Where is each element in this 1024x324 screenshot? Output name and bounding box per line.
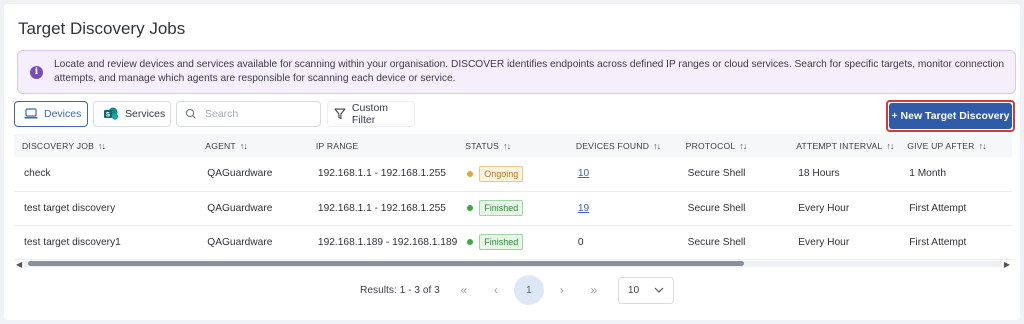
sort-icon: ↑↓ [503, 140, 511, 151]
page-number-button[interactable]: 1 [513, 275, 544, 305]
new-target-discovery-highlight: + New Target Discovery [886, 100, 1015, 132]
search-icon [185, 108, 196, 119]
cell-protocol: Secure Shell [687, 202, 746, 214]
scroll-left-arrow-icon[interactable]: ◀ [16, 260, 22, 269]
info-icon: i [30, 66, 43, 79]
cell-devices-found: 0 [577, 236, 584, 248]
discovery-jobs-table: DISCOVERY JOB ↑↓ AGENT ↑↓ IP RANGE STATUS ↑… [14, 134, 1012, 260]
first-page-icon[interactable]: « [448, 283, 480, 297]
status-dot-icon [467, 239, 474, 245]
tab-services-label: Services [125, 108, 166, 120]
cell-devices-found[interactable]: 19 [568, 191, 678, 225]
column-header-ip-range: IP RANGE [315, 140, 359, 151]
filter-icon [334, 108, 346, 120]
sort-icon: ↑↓ [978, 140, 987, 151]
cell-ip-range: 192.168.1.1 - 192.168.1.255 [317, 202, 446, 214]
sort-icon: ↑↓ [239, 140, 248, 151]
column-header-status[interactable]: STATUS ↑↓ [457, 134, 568, 157]
cell-job: check [24, 168, 51, 180]
column-header-devices-found[interactable]: DEVICES FOUND ↑↓ [568, 134, 678, 157]
column-header-discovery-job[interactable]: DISCOVERY JOB ↑↓ [14, 134, 197, 157]
info-banner: i Locate and review devices and services… [17, 50, 1016, 94]
table-row[interactable]: check QAGuardware 192.168.1.1 - 192.168.… [14, 157, 1012, 191]
column-header-agent[interactable]: AGENT ↑↓ [197, 134, 308, 157]
column-header-protocol[interactable]: PROTOCOL ↑↓ [678, 134, 789, 157]
new-target-discovery-button[interactable]: + New Target Discovery [889, 103, 1012, 129]
page-size-select[interactable]: 10 [617, 276, 674, 304]
laptop-icon [24, 108, 38, 119]
cell-job: test target discovery1 [24, 236, 121, 248]
tab-devices[interactable]: Devices [14, 101, 88, 127]
custom-filter-button[interactable]: Custom Filter [327, 101, 415, 127]
cell-give-up: First Attempt [909, 236, 967, 248]
status-badge: Ongoing [479, 165, 524, 182]
cell-agent: QAGuardware [207, 236, 273, 248]
cell-give-up: First Attempt [909, 202, 967, 214]
pagination: Results: 1 - 3 of 3 « ‹ 1 › » 10 [360, 275, 674, 305]
devices-found-link[interactable]: 10 [578, 168, 589, 179]
cell-agent: QAGuardware [207, 168, 273, 180]
prev-page-icon[interactable]: ‹ [480, 283, 512, 297]
custom-filter-label: Custom Filter [351, 102, 389, 126]
cell-job: test target discovery [24, 202, 116, 214]
cell-interval: Every Hour [798, 202, 850, 214]
search-box [176, 101, 321, 127]
chevron-down-icon [654, 287, 664, 293]
search-input[interactable] [205, 108, 315, 120]
cell-status: Finished [457, 191, 568, 225]
sort-icon: ↑↓ [98, 140, 106, 151]
cell-status: Ongoing [457, 157, 568, 191]
sharepoint-icon: S [104, 107, 119, 120]
info-text: Locate and review devices and services a… [54, 59, 1005, 84]
status-dot-icon [467, 205, 474, 211]
column-header-give-up-after[interactable]: GIVE UP AFTER ↑↓ [899, 134, 1012, 157]
table-row[interactable]: test target discovery QAGuardware 192.16… [14, 191, 1012, 225]
page-size-value: 10 [627, 284, 640, 296]
sort-icon: ↑↓ [886, 140, 894, 151]
scroll-right-arrow-icon[interactable]: ▶ [1004, 260, 1010, 269]
tab-devices-label: Devices [44, 108, 82, 120]
cell-protocol: Secure Shell [687, 168, 746, 180]
sort-icon: ↑↓ [653, 140, 661, 151]
devices-found-link[interactable]: 19 [578, 203, 589, 214]
svg-text:S: S [106, 111, 111, 119]
page-title: Target Discovery Jobs [18, 19, 186, 38]
tab-services[interactable]: S Services [93, 101, 171, 127]
cell-devices-found[interactable]: 10 [568, 157, 678, 191]
status-badge: Finished [479, 234, 524, 250]
status-badge: Finished [479, 200, 524, 216]
cell-ip-range: 192.168.1.1 - 192.168.1.255 [317, 168, 446, 180]
column-header-attempt-interval[interactable]: ATTEMPT INTERVAL ↑↓ [788, 134, 899, 157]
cell-protocol: Secure Shell [687, 236, 746, 248]
horizontal-scrollbar[interactable]: ◀ ▶ [14, 258, 1012, 270]
status-dot-icon [467, 170, 474, 177]
cell-ip-range: 192.168.1.189 - 192.168.1.189 [317, 236, 458, 248]
scroll-thumb[interactable] [28, 261, 744, 266]
cell-interval: Every Hour [798, 236, 850, 248]
results-count: Results: 1 - 3 of 3 [360, 284, 440, 296]
cell-interval: 18 Hours [798, 168, 840, 180]
cell-status: Finished [457, 225, 568, 259]
cell-give-up: 1 Month [909, 168, 947, 180]
table-header-row: DISCOVERY JOB ↑↓ AGENT ↑↓ IP RANGE STATUS ↑… [14, 134, 1012, 157]
sort-icon: ↑↓ [739, 140, 747, 151]
next-page-icon[interactable]: › [546, 283, 578, 297]
table-row[interactable]: test target discovery1 QAGuardware 192.1… [14, 225, 1012, 259]
cell-agent: QAGuardware [207, 202, 273, 214]
last-page-icon[interactable]: » [578, 283, 610, 297]
